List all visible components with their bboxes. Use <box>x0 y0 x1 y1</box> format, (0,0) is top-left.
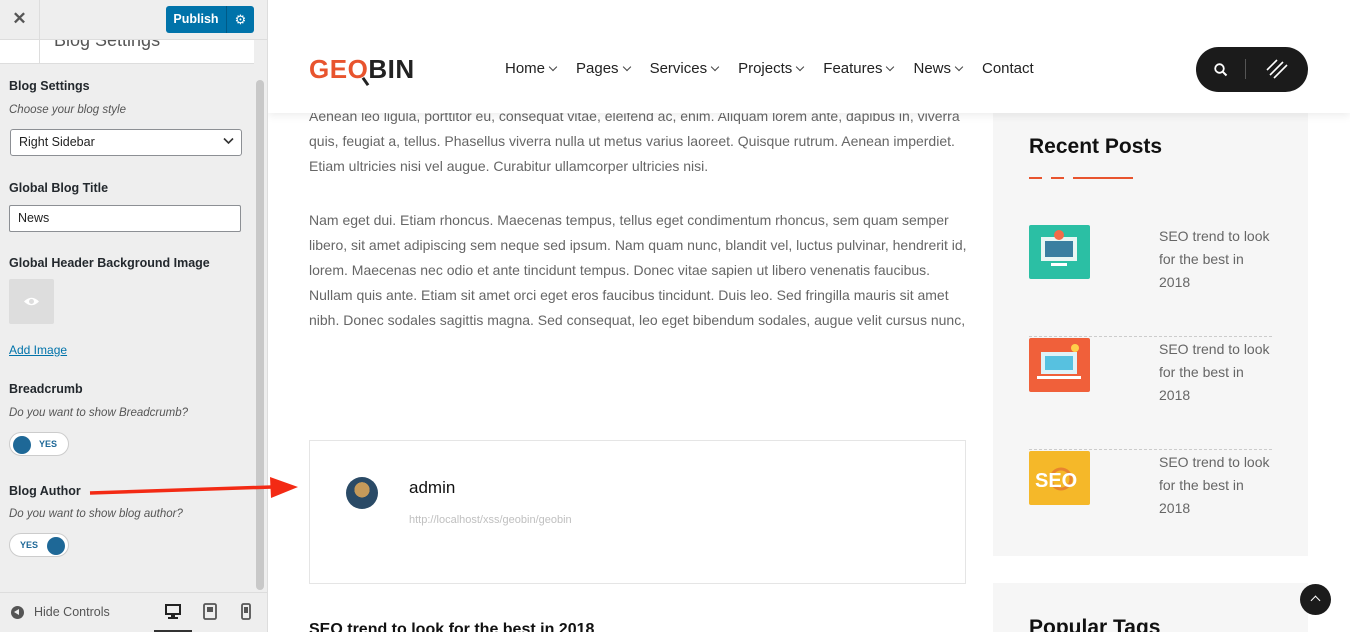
site-header: GEO BIN Home Pages Services Projects Feat… <box>268 0 1350 113</box>
divider <box>1245 59 1246 79</box>
chevron-down-icon <box>886 62 895 72</box>
menu-icon[interactable] <box>1265 58 1289 80</box>
site-logo[interactable]: GEO BIN <box>309 54 415 87</box>
logo-text-bin: BIN <box>368 54 415 84</box>
close-icon[interactable]: ✕ <box>0 0 40 40</box>
publish-button[interactable]: Publish <box>166 6 226 33</box>
nav-item-pages[interactable]: Pages <box>576 60 631 77</box>
gear-icon[interactable]: ⚙ <box>226 6 254 33</box>
chevron-down-icon <box>548 62 558 72</box>
search-icon[interactable] <box>1214 63 1228 77</box>
header-actions <box>1196 47 1308 92</box>
customizer-header: ✕ Publish ⚙ <box>0 0 267 40</box>
logo-text-o: O <box>348 54 369 87</box>
chevron-down-icon <box>710 62 720 72</box>
nav-item-home[interactable]: Home <box>505 60 558 77</box>
nav-item-projects[interactable]: Projects <box>738 60 805 77</box>
chevron-down-icon <box>796 62 805 72</box>
nav-item-services[interactable]: Services <box>650 60 720 77</box>
nav-item-news[interactable]: News <box>913 60 964 77</box>
logo-text-ge: GE <box>309 54 348 84</box>
nav-item-contact[interactable]: Contact <box>982 60 1034 77</box>
chevron-down-icon <box>954 62 964 72</box>
chevron-down-icon <box>622 62 631 72</box>
nav-item-features[interactable]: Features <box>823 60 895 77</box>
main-nav: Home Pages Services Projects Features Ne… <box>505 60 1054 77</box>
